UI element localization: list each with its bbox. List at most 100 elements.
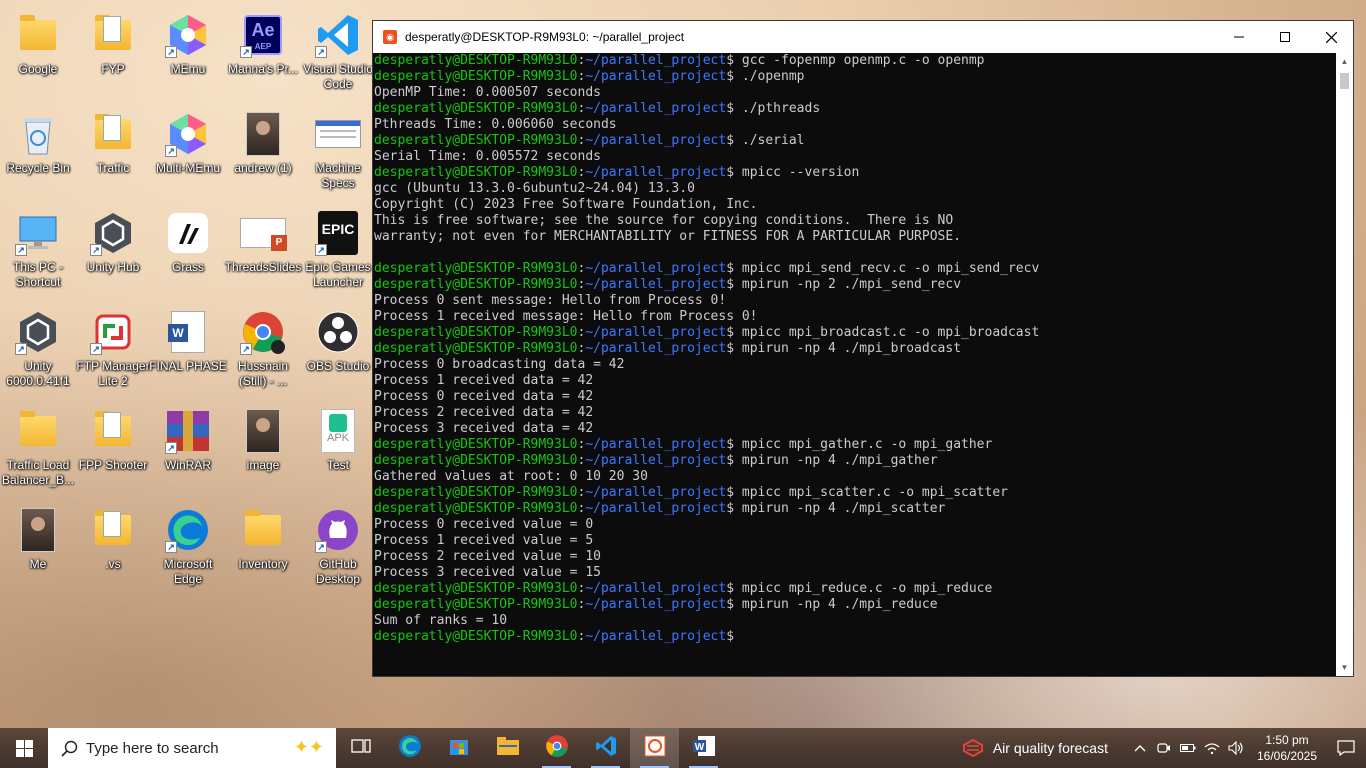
terminal-command-line: desperatly@DESKTOP-R9M93L0:~/parallel_pr… <box>374 453 938 468</box>
wifi-icon[interactable] <box>1200 728 1224 768</box>
powerpoint-icon: P <box>240 210 287 256</box>
notification-button[interactable] <box>1326 728 1366 768</box>
desktop-icon-recycle-bin[interactable]: Recycle Bin <box>0 105 76 201</box>
desktop-icon-andrew-1[interactable]: andrew (1) <box>225 105 301 201</box>
start-button[interactable] <box>0 728 48 768</box>
terminal-command-line: desperatly@DESKTOP-R9M93L0:~/parallel_pr… <box>374 133 805 148</box>
terminal-title: desperatly@DESKTOP-R9M93L0: ~/parallel_p… <box>405 30 685 44</box>
desktop-icon-grass[interactable]: Grass <box>150 204 226 300</box>
taskbar-app-store[interactable] <box>434 728 483 768</box>
apk-icon: APK <box>315 408 361 454</box>
desktop-icon-me[interactable]: Me <box>0 501 76 597</box>
desktop-icon-label: Google <box>18 62 58 76</box>
desktop-icon-traffic-load-balancer-b[interactable]: Traffic Load Balancer_B... <box>0 402 76 498</box>
this-pc-icon: ↗ <box>15 210 61 256</box>
command-text: mpirun -np 4 ./mpi_broadcast <box>741 341 962 356</box>
taskbar-app-ubuntu-terminal[interactable] <box>630 728 679 768</box>
scroll-down-icon[interactable]: ▼ <box>1336 659 1353 676</box>
taskbar-clock[interactable]: 1:50 pm 16/06/2025 <box>1248 732 1326 764</box>
desktop-icon-traffic[interactable]: Traffic <box>75 105 151 201</box>
prompt-path: ~/parallel_project <box>585 261 727 276</box>
taskbar-app-edge[interactable] <box>385 728 434 768</box>
command-text: mpicc mpi_scatter.c -o mpi_scatter <box>741 485 1008 500</box>
svg-text:W: W <box>694 742 704 753</box>
prompt-user: desperatly@DESKTOP-R9M93L0 <box>374 581 578 596</box>
file-explorer-icon <box>496 736 520 761</box>
taskbar-app-task-view[interactable] <box>336 728 385 768</box>
edge-icon: ↗ <box>165 507 211 553</box>
desktop-icon-label: Unity Hub <box>86 260 140 274</box>
vscode-icon <box>595 735 617 762</box>
folder-doc-icon <box>90 408 136 454</box>
folder-doc-icon <box>90 12 136 58</box>
desktop-icon-unity-hub[interactable]: ↗ Unity Hub <box>75 204 151 300</box>
meet-now-icon[interactable] <box>1152 728 1176 768</box>
taskbar-app-file-explorer[interactable] <box>483 728 532 768</box>
maximize-button[interactable] <box>1262 21 1308 53</box>
terminal-output-line: This is free software; see the source fo… <box>374 213 954 228</box>
desktop-icon-manna-s-pr[interactable]: Ae AEP ↗ Manna's Pr... <box>225 6 301 102</box>
ubuntu-terminal-icon <box>644 735 666 762</box>
terminal-output-line: Process 2 received value = 10 <box>374 549 601 564</box>
desktop-icon-inventory[interactable]: Inventory <box>225 501 301 597</box>
desktop-icon-threadsslides[interactable]: P ThreadsSlides <box>225 204 301 300</box>
desktop-icon-machine-specs[interactable]: Machine Specs <box>300 105 376 201</box>
desktop-icon-github-desktop[interactable]: ↗ GitHub Desktop <box>300 501 376 597</box>
desktop-icon-microsoft-edge[interactable]: ↗ Microsoft Edge <box>150 501 226 597</box>
desktop-icon-vs[interactable]: .vs <box>75 501 151 597</box>
taskbar-app-vscode[interactable] <box>581 728 630 768</box>
chevron-up-icon[interactable] <box>1128 728 1152 768</box>
desktop-icon-this-pc-shortcut[interactable]: ↗ This PC - Shortcut <box>0 204 76 300</box>
desktop-icon-memu[interactable]: ↗ MEmu <box>150 6 226 102</box>
unity-icon: ↗ <box>90 210 136 256</box>
desktop-icon-ftp-manager-lite-2[interactable]: ↗ FTP Manager Lite 2 <box>75 303 151 399</box>
desktop-icon-obs-studio[interactable]: OBS Studio <box>300 303 376 399</box>
volume-icon[interactable] <box>1224 728 1248 768</box>
desktop-icon-image[interactable]: image <box>225 402 301 498</box>
terminal-output-line: Process 1 received message: Hello from P… <box>374 309 758 324</box>
scroll-up-icon[interactable]: ▲ <box>1336 53 1353 70</box>
desktop-icon-winrar[interactable]: ↗ WinRAR <box>150 402 226 498</box>
prompt-user: desperatly@DESKTOP-R9M93L0 <box>374 341 578 356</box>
desktop-icon-multi-memu[interactable]: ↗ Multi-MEmu <box>150 105 226 201</box>
maximize-icon <box>1280 32 1290 42</box>
terminal-output-line: Process 1 received data = 42 <box>374 373 594 388</box>
terminal-title-bar[interactable]: ◉ desperatly@DESKTOP-R9M93L0: ~/parallel… <box>373 21 1353 53</box>
ubuntu-icon: ◉ <box>383 30 397 44</box>
terminal-output-line: Process 0 received value = 0 <box>374 517 594 532</box>
terminal-output-line: Process 0 broadcasting data = 42 <box>374 357 625 372</box>
prompt-path: ~/parallel_project <box>585 501 727 516</box>
desktop-icon-visual-studio-code[interactable]: ↗ Visual Studio Code <box>300 6 376 102</box>
terminal-window[interactable]: ◉ desperatly@DESKTOP-R9M93L0: ~/parallel… <box>372 20 1354 677</box>
desktop-icon-unity-6000-0-41f1[interactable]: ↗ Unity 6000.0.41f1 <box>0 303 76 399</box>
prompt-path: ~/parallel_project <box>585 165 727 180</box>
prompt-user: desperatly@DESKTOP-R9M93L0 <box>374 325 578 340</box>
prompt-path: ~/parallel_project <box>585 69 727 84</box>
winrar-icon: ↗ <box>165 408 211 454</box>
command-text: mpicc mpi_broadcast.c -o mpi_broadcast <box>741 325 1040 340</box>
notification-icon <box>1337 740 1355 756</box>
desktop-icon-fyp[interactable]: FYP <box>75 6 151 102</box>
scrollbar-thumb[interactable] <box>1340 73 1349 89</box>
desktop-icon-epic-games-launcher[interactable]: EPIC ↗ Epic Games Launcher <box>300 204 376 300</box>
prompt-user: desperatly@DESKTOP-R9M93L0 <box>374 437 578 452</box>
desktop-icon-test[interactable]: APK Test <box>300 402 376 498</box>
terminal-output-line: Pthreads Time: 0.006060 seconds <box>374 117 617 132</box>
terminal-scrollbar[interactable]: ▲ ▼ <box>1336 53 1353 676</box>
clock-date: 16/06/2025 <box>1256 749 1318 763</box>
minimize-button[interactable] <box>1216 21 1262 53</box>
weather-widget[interactable]: Air quality forecast <box>962 739 1108 757</box>
ftp-icon: ↗ <box>90 309 136 355</box>
desktop-icon-fpp-shooter[interactable]: FPP Shooter <box>75 402 151 498</box>
terminal-output[interactable]: desperatly@DESKTOP-R9M93L0:~/parallel_pr… <box>373 53 1338 676</box>
taskbar-app-word[interactable]: W <box>679 728 728 768</box>
taskbar-app-chrome[interactable] <box>532 728 581 768</box>
desktop-icon-hussnain-still[interactable]: ↗ Hussnain (Still) - ... <box>225 303 301 399</box>
desktop-icon-google[interactable]: Google <box>0 6 76 102</box>
close-button[interactable] <box>1308 21 1354 53</box>
taskbar-search-box[interactable]: Type here to search ✦✦ <box>48 728 336 768</box>
desktop-icon-label: Me <box>29 557 47 571</box>
desktop-icon-final-phase[interactable]: W FINAL PHASE <box>149 303 227 399</box>
battery-icon[interactable] <box>1176 728 1200 768</box>
terminal-command-line: desperatly@DESKTOP-R9M93L0:~/parallel_pr… <box>374 437 993 452</box>
